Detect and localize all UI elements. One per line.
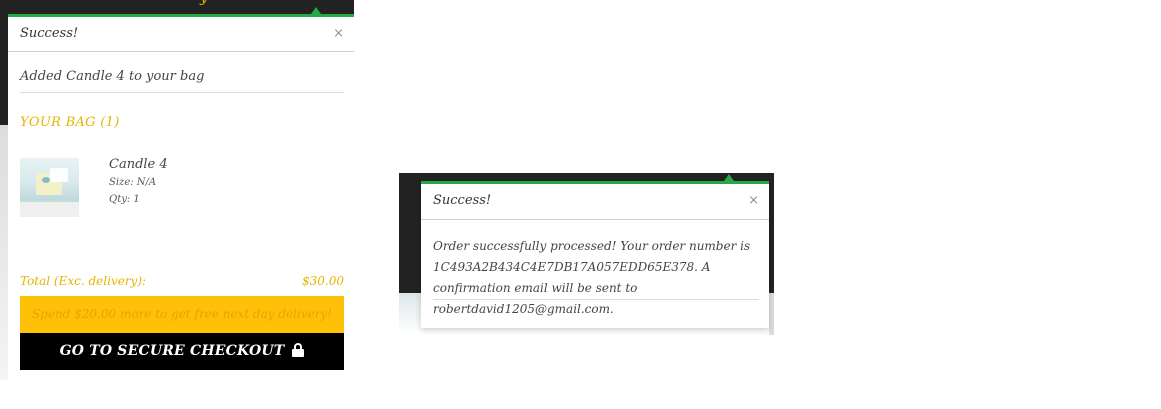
order-confirmation-message: Order successfully processed! Your order… — [433, 239, 751, 316]
caret-up-icon — [724, 174, 734, 181]
lock-icon — [292, 343, 305, 357]
total-label: Total (Exc. delivery): — [20, 274, 147, 288]
toast-title: Success! — [20, 26, 79, 41]
product-thumbnail[interactable] — [20, 158, 79, 217]
left-panel: y Success! × Added Candle 4 to your bag … — [0, 0, 354, 380]
product-size: Size: N/A — [109, 177, 157, 188]
divider — [20, 92, 344, 93]
added-to-bag-message: Added Candle 4 to your bag — [20, 69, 205, 84]
checkout-label: GO TO SECURE CHECKOUT — [59, 343, 285, 359]
toast-header: Success! × — [421, 184, 769, 220]
divider — [433, 299, 759, 300]
close-icon[interactable]: × — [748, 193, 759, 208]
free-delivery-banner: Spend $20.00 more to get free next day d… — [20, 296, 344, 333]
product-name[interactable]: Candle 4 — [109, 157, 168, 172]
cart-toast: Success! × Added Candle 4 to your bag YO… — [8, 7, 354, 380]
toast-header: Success! × — [8, 17, 354, 52]
toast-title: Success! — [433, 193, 492, 208]
order-success-toast: Success! × Order successfully processed!… — [421, 174, 769, 328]
header-peek-text: y — [200, 0, 208, 6]
product-qty: Qty: 1 — [109, 194, 140, 205]
page-edge-right — [769, 293, 774, 335]
bag-heading: YOUR BAG (1) — [20, 115, 120, 130]
total-value: $30.00 — [302, 274, 344, 288]
secure-checkout-button[interactable]: GO TO SECURE CHECKOUT — [20, 333, 344, 370]
caret-up-icon — [311, 7, 321, 14]
close-icon[interactable]: × — [333, 26, 344, 41]
